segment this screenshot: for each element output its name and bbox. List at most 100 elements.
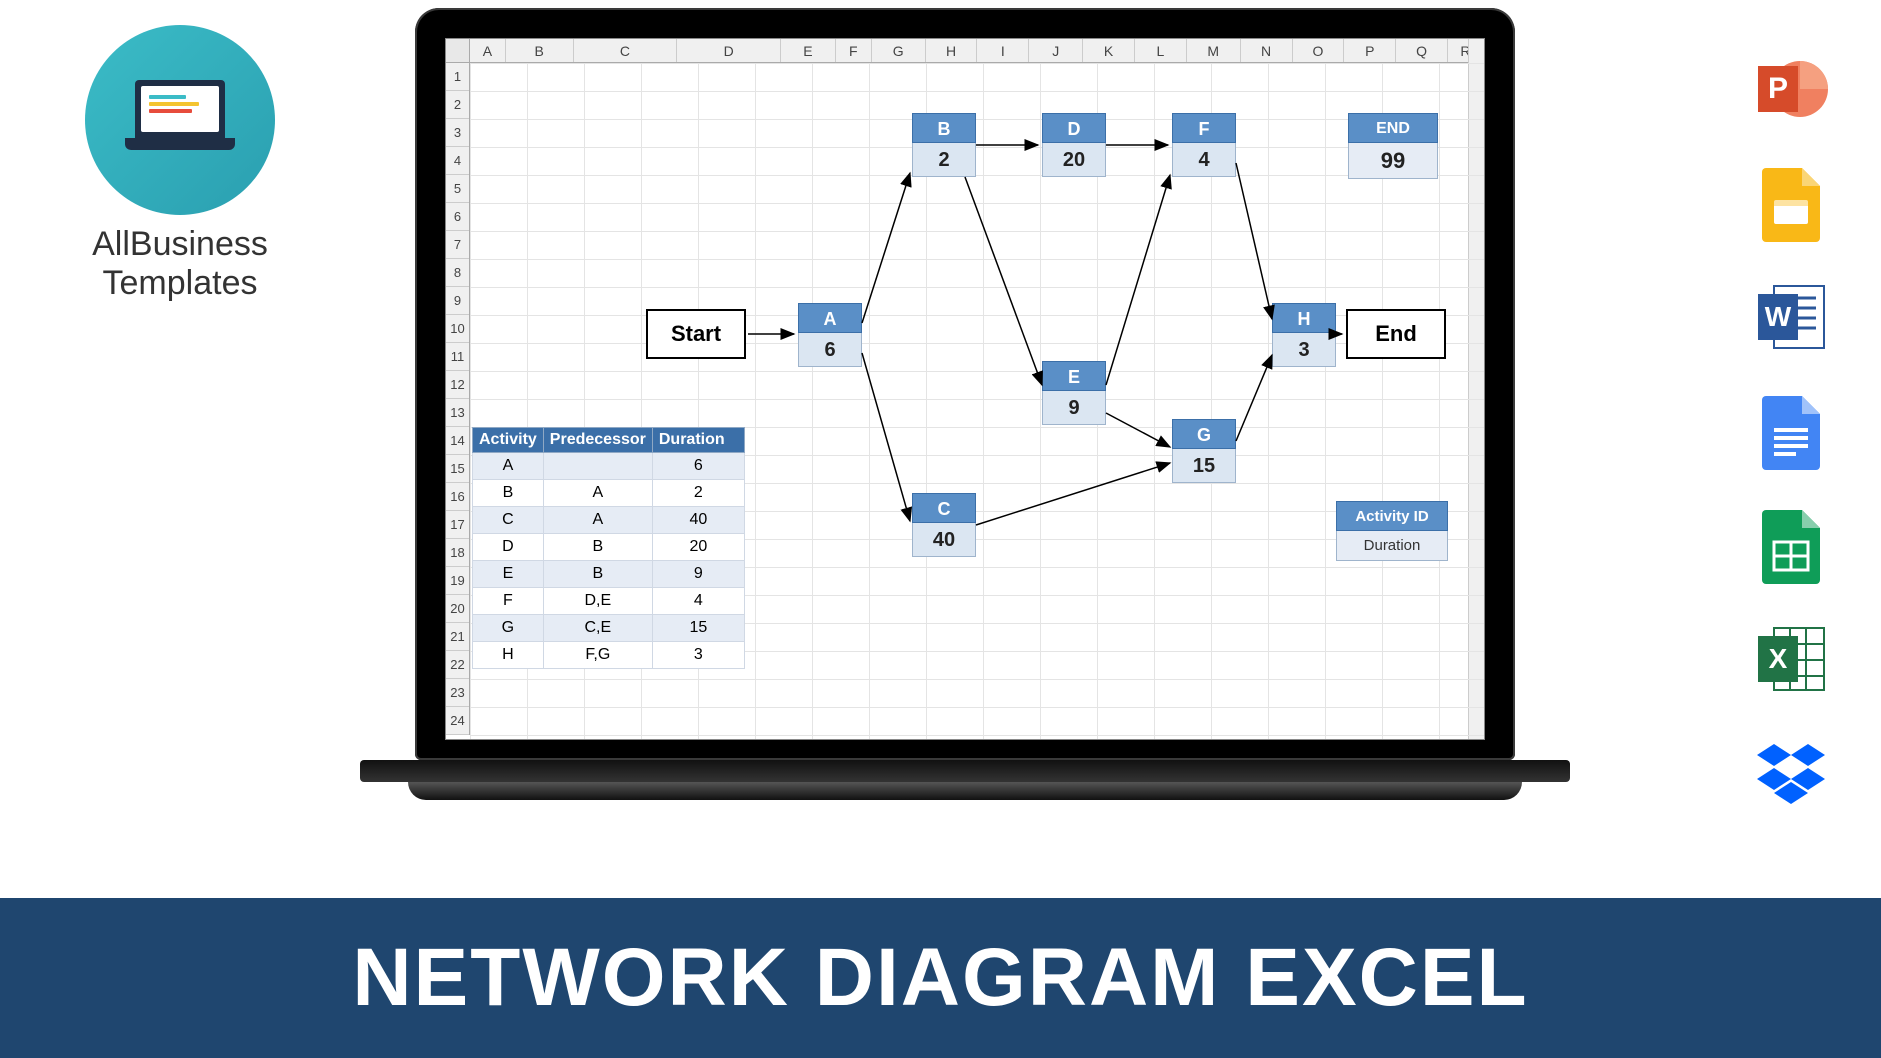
row-header-20[interactable]: 20 bbox=[446, 595, 469, 623]
row-header-6[interactable]: 6 bbox=[446, 203, 469, 231]
col-header-J[interactable]: J bbox=[1029, 39, 1083, 62]
svg-text:P: P bbox=[1768, 72, 1788, 105]
table-cell[interactable]: E bbox=[473, 561, 544, 588]
svg-text:X: X bbox=[1769, 643, 1788, 674]
col-header-B[interactable]: B bbox=[506, 39, 574, 62]
grid-cells[interactable]: Start End A6B2C40D20E9F4G15H3 END 99 Act… bbox=[470, 63, 1484, 739]
start-label: Start bbox=[671, 321, 721, 347]
table-cell[interactable]: D,E bbox=[543, 588, 652, 615]
table-row: EB9 bbox=[473, 561, 745, 588]
network-node-D: D20 bbox=[1042, 113, 1106, 177]
table-cell[interactable]: G bbox=[473, 615, 544, 642]
table-cell[interactable]: D bbox=[473, 534, 544, 561]
row-header-1[interactable]: 1 bbox=[446, 63, 469, 91]
table-header: Predecessor bbox=[543, 428, 652, 453]
table-cell[interactable]: C bbox=[473, 507, 544, 534]
table-cell[interactable]: B bbox=[473, 480, 544, 507]
row-header-2[interactable]: 2 bbox=[446, 91, 469, 119]
col-header-M[interactable]: M bbox=[1187, 39, 1241, 62]
col-header-P[interactable]: P bbox=[1344, 39, 1396, 62]
brand-logo-circle bbox=[85, 25, 275, 215]
row-header-12[interactable]: 12 bbox=[446, 371, 469, 399]
col-header-Q[interactable]: Q bbox=[1396, 39, 1448, 62]
row-header-23[interactable]: 23 bbox=[446, 679, 469, 707]
col-header-O[interactable]: O bbox=[1293, 39, 1345, 62]
docs-icon bbox=[1752, 392, 1830, 470]
col-header-G[interactable]: G bbox=[872, 39, 926, 62]
table-cell[interactable]: H bbox=[473, 642, 544, 669]
col-header-I[interactable]: I bbox=[977, 39, 1029, 62]
row-header-11[interactable]: 11 bbox=[446, 343, 469, 371]
table-cell[interactable]: A bbox=[543, 480, 652, 507]
table-cell[interactable]: F,G bbox=[543, 642, 652, 669]
col-header-E[interactable]: E bbox=[781, 39, 836, 62]
col-header-D[interactable]: D bbox=[677, 39, 781, 62]
row-header-24[interactable]: 24 bbox=[446, 707, 469, 735]
node-duration: 6 bbox=[798, 333, 862, 367]
row-header-22[interactable]: 22 bbox=[446, 651, 469, 679]
svg-text:W: W bbox=[1765, 301, 1792, 332]
row-header-9[interactable]: 9 bbox=[446, 287, 469, 315]
table-row: A6 bbox=[473, 453, 745, 480]
col-header-H[interactable]: H bbox=[926, 39, 978, 62]
table-cell[interactable]: 4 bbox=[652, 588, 744, 615]
brand-logo-area: AllBusiness Templates bbox=[30, 25, 330, 303]
row-header-13[interactable]: 13 bbox=[446, 399, 469, 427]
table-cell[interactable]: 15 bbox=[652, 615, 744, 642]
network-node-E: E9 bbox=[1042, 361, 1106, 425]
row-header-17[interactable]: 17 bbox=[446, 511, 469, 539]
row-header-8[interactable]: 8 bbox=[446, 259, 469, 287]
table-row: CA40 bbox=[473, 507, 745, 534]
table-cell[interactable]: B bbox=[543, 534, 652, 561]
table-cell[interactable]: A bbox=[543, 507, 652, 534]
end-summary-value: 99 bbox=[1348, 143, 1438, 179]
table-row: HF,G3 bbox=[473, 642, 745, 669]
col-header-N[interactable]: N bbox=[1241, 39, 1293, 62]
excel-screen: ABCDEFGHIJKLMNOPQR 123456789101112131415… bbox=[445, 38, 1485, 740]
table-cell[interactable]: 3 bbox=[652, 642, 744, 669]
row-headers: 123456789101112131415161718192021222324 bbox=[446, 63, 470, 735]
node-duration: 40 bbox=[912, 523, 976, 557]
row-header-5[interactable]: 5 bbox=[446, 175, 469, 203]
grid-body: 123456789101112131415161718192021222324 … bbox=[446, 63, 1484, 739]
title-banner: NETWORK DIAGRAM EXCEL bbox=[0, 898, 1881, 1058]
row-header-19[interactable]: 19 bbox=[446, 567, 469, 595]
col-header-K[interactable]: K bbox=[1083, 39, 1135, 62]
node-id: G bbox=[1172, 419, 1236, 449]
table-cell[interactable]: 6 bbox=[652, 453, 744, 480]
row-header-21[interactable]: 21 bbox=[446, 623, 469, 651]
network-node-G: G15 bbox=[1172, 419, 1236, 483]
row-header-3[interactable]: 3 bbox=[446, 119, 469, 147]
table-cell[interactable]: 2 bbox=[652, 480, 744, 507]
row-header-15[interactable]: 15 bbox=[446, 455, 469, 483]
network-node-F: F4 bbox=[1172, 113, 1236, 177]
select-all-corner[interactable] bbox=[446, 39, 470, 62]
row-header-7[interactable]: 7 bbox=[446, 231, 469, 259]
table-cell[interactable]: 40 bbox=[652, 507, 744, 534]
table-cell[interactable]: C,E bbox=[543, 615, 652, 642]
row-header-14[interactable]: 14 bbox=[446, 427, 469, 455]
end-summary-label: END bbox=[1348, 113, 1438, 143]
row-header-16[interactable]: 16 bbox=[446, 483, 469, 511]
word-icon: W bbox=[1752, 278, 1830, 356]
node-id: C bbox=[912, 493, 976, 523]
row-header-4[interactable]: 4 bbox=[446, 147, 469, 175]
col-header-F[interactable]: F bbox=[836, 39, 872, 62]
laptop-mockup: ABCDEFGHIJKLMNOPQR 123456789101112131415… bbox=[360, 8, 1570, 808]
col-header-C[interactable]: C bbox=[574, 39, 678, 62]
col-header-L[interactable]: L bbox=[1135, 39, 1187, 62]
table-cell[interactable]: 9 bbox=[652, 561, 744, 588]
table-cell[interactable] bbox=[543, 453, 652, 480]
table-cell[interactable]: 20 bbox=[652, 534, 744, 561]
col-header-A[interactable]: A bbox=[470, 39, 506, 62]
row-header-10[interactable]: 10 bbox=[446, 315, 469, 343]
table-cell[interactable]: F bbox=[473, 588, 544, 615]
row-header-18[interactable]: 18 bbox=[446, 539, 469, 567]
node-duration: 9 bbox=[1042, 391, 1106, 425]
end-box: End bbox=[1346, 309, 1446, 359]
activity-table: ActivityPredecessorDuration A6BA2CA40DB2… bbox=[472, 427, 745, 669]
node-id: A bbox=[798, 303, 862, 333]
table-cell[interactable]: B bbox=[543, 561, 652, 588]
table-cell[interactable]: A bbox=[473, 453, 544, 480]
network-node-A: A6 bbox=[798, 303, 862, 367]
